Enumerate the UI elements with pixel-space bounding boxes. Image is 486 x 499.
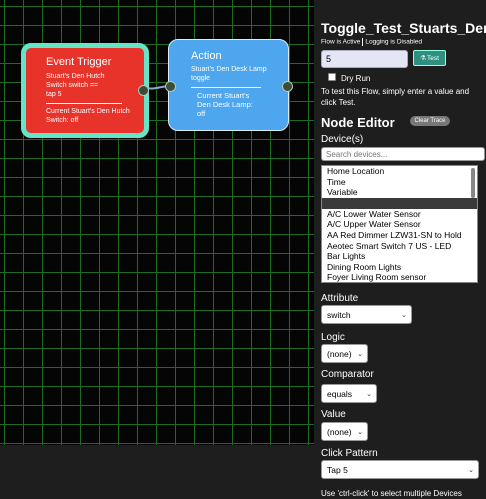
action-current-value: off [197,109,206,118]
value-select[interactable]: (none) ⌄ [321,422,368,441]
attribute-label: Attribute [321,293,359,304]
comparator-value: equals [327,388,353,399]
canvas-footer [0,445,314,499]
device-list[interactable]: Home Location Time Variable A/C Lower Wa… [321,165,478,283]
action-divider [191,87,261,88]
device-item[interactable]: A/C Lower Water Sensor [322,209,477,220]
device-item[interactable]: Dining Room Lights [322,262,477,273]
chevron-down-icon: ⌄ [357,350,363,358]
trigger-current-label: Current Stuart's Den Hutch [46,108,130,115]
chevron-down-icon: ⌄ [401,311,407,319]
trigger-title: Event Trigger [46,56,112,68]
device-item[interactable]: Time [322,177,477,188]
test-button[interactable]: ⚗ Test [413,50,446,66]
comparator-label: Comparator [321,369,374,380]
flow-canvas[interactable]: Event Trigger Stuart's Den Hutch Switch … [0,0,314,445]
action-command: toggle [191,75,211,82]
device-list-scrollbar[interactable] [471,168,475,198]
action-device: Stuart's Den Desk Lamp [191,66,267,73]
multi-select-hint: Use 'ctrl-click' to select multiple Devi… [321,489,462,498]
trigger-output-port[interactable] [138,85,149,96]
dry-run-label: Dry Run [341,74,371,83]
chevron-down-icon: ⌄ [357,428,363,436]
node-editor-title: Node Editor [321,115,395,130]
attribute-select[interactable]: switch ⌄ [321,305,412,324]
action-current-label: Current Stuart's [197,91,250,100]
side-panel: Toggle_Test_Stuarts_Den_D Flow is Active… [314,0,486,499]
comparator-select[interactable]: equals ⌄ [321,384,377,403]
trigger-divider [46,103,122,104]
click-pattern-label: Click Pattern [321,448,378,459]
logic-label: Logic [321,332,345,343]
test-hint: To test this Flow, simply enter a value … [321,87,470,107]
test-icon: ⚗ [420,55,426,62]
value-value: (none) [327,426,352,437]
device-item[interactable]: Foyer Living Room sensor [322,272,477,282]
device-search-input[interactable] [321,147,485,161]
device-item[interactable]: Home Location [322,166,477,177]
value-label: Value [321,409,346,420]
dry-run-checkbox[interactable] [328,73,336,81]
click-pattern-select[interactable]: Tap 5 ⌄ [321,460,479,479]
flow-active-status: Flow is Active [321,38,361,46]
test-button-label: Test [426,54,439,62]
device-item[interactable]: Bar Lights [322,251,477,262]
action-input-port[interactable] [165,81,176,92]
devices-label: Device(s) [321,134,364,145]
attribute-value: switch [327,309,351,320]
trigger-device: Stuart's Den Hutch [46,73,105,80]
logic-value: (none) [327,348,352,359]
action-title: Action [191,50,222,62]
device-item[interactable]: AA Red Dimmer LZW31-SN to Hold [322,230,477,241]
chevron-down-icon: ⌄ [468,466,474,474]
logic-select[interactable]: (none) ⌄ [321,344,368,363]
logging-status: Logging is Disabled [365,38,423,46]
chevron-down-icon: ⌄ [366,390,372,398]
clear-trace-button[interactable]: Clear Trace [410,116,450,126]
action-current-device: Den Desk Lamp: [197,100,253,109]
device-item[interactable]: Aeotec Smart Switch 7 US - LED [322,241,477,252]
status-separator [362,38,364,46]
trigger-condition-value: tap 5 [46,91,62,98]
action-node[interactable]: Action Stuart's Den Desk Lamp toggle Cur… [168,39,289,131]
device-item[interactable]: Variable [322,187,477,198]
flow-title: Toggle_Test_Stuarts_Den_D [321,20,486,36]
device-item[interactable]: A/C Upper Water Sensor [322,219,477,230]
trigger-current-value: Switch: off [46,117,79,124]
action-output-port[interactable] [282,81,293,92]
click-pattern-value: Tap 5 [327,464,348,475]
trigger-condition: Switch switch == [46,82,99,89]
test-value-input[interactable] [321,50,408,68]
flow-status: Flow is Active Logging is Disabled [321,38,422,46]
device-item-selected[interactable] [322,197,477,209]
app-window: Event Trigger Stuart's Den Hutch Switch … [0,0,486,499]
event-trigger-node[interactable]: Event Trigger Stuart's Den Hutch Switch … [21,43,149,138]
